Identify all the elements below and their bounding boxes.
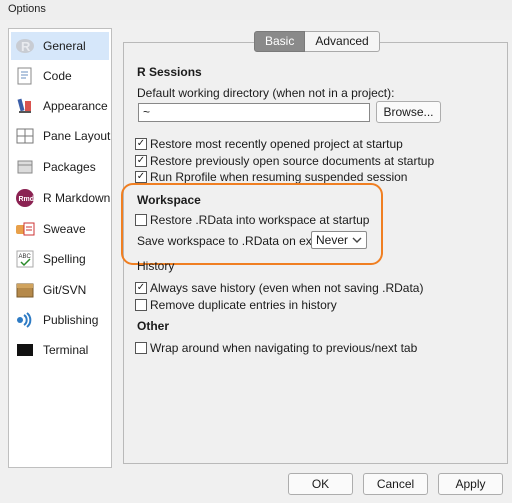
publishing-icon: [15, 310, 35, 330]
code-icon: [15, 66, 35, 86]
sidebar-item-label: Spelling: [43, 252, 86, 266]
remove-duplicates-option[interactable]: Remove duplicate entries in history: [135, 298, 337, 312]
sidebar-item-label: Pane Layout: [43, 129, 111, 143]
options-sidebar: R General Code Appearance Pane Layout Pa…: [8, 28, 112, 468]
sidebar-item-terminal[interactable]: Terminal: [11, 336, 109, 364]
sidebar-item-label: Code: [43, 69, 72, 83]
sidebar-item-appearance[interactable]: Appearance: [11, 92, 109, 120]
remove-duplicates-label: Remove duplicate entries in history: [150, 298, 337, 312]
apply-button[interactable]: Apply: [438, 473, 503, 495]
sidebar-item-code[interactable]: Code: [11, 62, 109, 90]
run-rprofile-option[interactable]: ✓ Run Rprofile when resuming suspended s…: [135, 170, 407, 184]
restore-docs-option[interactable]: ✓ Restore previously open source documen…: [135, 154, 434, 168]
pane-layout-icon: [15, 126, 35, 146]
restore-project-option[interactable]: ✓ Restore most recently opened project a…: [135, 137, 403, 151]
packages-icon: [15, 157, 35, 177]
sidebar-item-git-svn[interactable]: Git/SVN: [11, 276, 109, 304]
wrap-around-checkbox[interactable]: [135, 342, 147, 354]
title-bar: Options: [0, 0, 512, 20]
svg-text:R: R: [21, 39, 31, 54]
svg-text:Rmd: Rmd: [19, 196, 35, 203]
sidebar-item-general[interactable]: R General: [11, 32, 109, 60]
terminal-icon: [15, 340, 35, 360]
rmarkdown-icon: Rmd: [15, 188, 35, 208]
sidebar-item-r-markdown[interactable]: Rmd R Markdown: [11, 184, 111, 212]
sidebar-item-pane-layout[interactable]: Pane Layout: [11, 122, 111, 150]
remove-duplicates-checkbox[interactable]: [135, 299, 147, 311]
restore-project-label: Restore most recently opened project at …: [150, 137, 403, 151]
other-heading: Other: [137, 319, 170, 333]
wrap-around-label: Wrap around when navigating to previous/…: [150, 341, 418, 355]
tab-bar: Basic Advanced: [254, 31, 380, 52]
always-save-history-checkbox[interactable]: ✓: [135, 282, 147, 294]
wrap-around-option[interactable]: Wrap around when navigating to previous/…: [135, 341, 417, 355]
sidebar-item-publishing[interactable]: Publishing: [11, 306, 109, 334]
working-dir-label: Default working directory (when not in a…: [137, 86, 395, 100]
git-icon: [15, 280, 35, 300]
cancel-button[interactable]: Cancel: [363, 473, 428, 495]
working-dir-input[interactable]: ~: [138, 103, 370, 122]
sweave-icon: [15, 219, 35, 239]
sidebar-item-spelling[interactable]: ABC Spelling: [11, 245, 109, 273]
always-save-history-option[interactable]: ✓ Always save history (even when not sav…: [135, 281, 423, 295]
sidebar-item-label: R Markdown: [43, 191, 111, 205]
window-title: Options: [8, 3, 46, 15]
restore-docs-checkbox[interactable]: ✓: [135, 155, 147, 167]
spelling-icon: ABC: [15, 249, 35, 269]
appearance-icon: [15, 96, 35, 116]
r-sessions-heading: R Sessions: [137, 65, 202, 79]
restore-docs-label: Restore previously open source documents…: [150, 154, 435, 168]
sidebar-item-label: Publishing: [43, 313, 99, 327]
sidebar-item-label: Git/SVN: [43, 283, 87, 297]
sidebar-item-label: Packages: [43, 160, 96, 174]
run-rprofile-label: Run Rprofile when resuming suspended ses…: [150, 170, 408, 184]
browse-button[interactable]: Browse...: [376, 101, 441, 123]
tab-advanced[interactable]: Advanced: [305, 31, 380, 52]
run-rprofile-checkbox[interactable]: ✓: [135, 171, 147, 183]
workspace-highlight: [121, 183, 383, 265]
sidebar-item-label: Appearance: [43, 99, 108, 113]
sidebar-item-label: General: [43, 39, 86, 53]
restore-project-checkbox[interactable]: ✓: [135, 138, 147, 150]
r-logo-icon: R: [15, 36, 35, 56]
always-save-history-label: Always save history (even when not savin…: [150, 281, 424, 295]
sidebar-item-label: Terminal: [43, 343, 89, 357]
ok-button[interactable]: OK: [288, 473, 353, 495]
tab-basic[interactable]: Basic: [254, 31, 306, 52]
sidebar-item-label: Sweave: [43, 222, 86, 236]
sidebar-item-packages[interactable]: Packages: [11, 153, 109, 181]
sidebar-item-sweave[interactable]: Sweave: [11, 215, 109, 243]
